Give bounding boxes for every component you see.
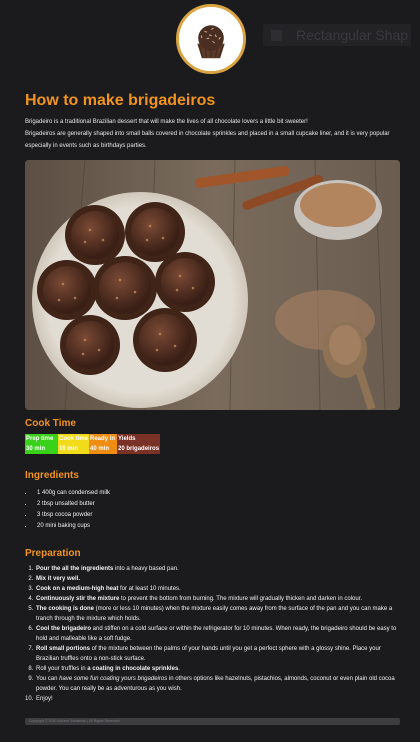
brigadeiro-logo[interactable] bbox=[176, 4, 246, 74]
yields-value: 20 brigadeiros bbox=[117, 444, 161, 454]
square-icon bbox=[271, 29, 282, 41]
preparation-step: Pour the all the ingredients into a heav… bbox=[35, 564, 400, 574]
step-text: for at least 10 minutes. bbox=[118, 586, 181, 592]
ingredients-list: 1 400g can condensed milk 2 tbsp unsalte… bbox=[25, 488, 400, 532]
preparation-steps: Pour the all the ingredients into a heav… bbox=[25, 564, 400, 704]
intro-paragraph-1: Brigadeiro is a traditional Brazilian de… bbox=[25, 119, 308, 125]
preparation-step: Mix it very well. bbox=[35, 574, 400, 584]
prep-time-value: 30 min bbox=[25, 444, 58, 454]
nav-shape-label: Rectangular Shap bbox=[296, 27, 409, 43]
footer-bar: Copyright © 2020 Adriana Yoshimoto | All… bbox=[25, 718, 400, 725]
yields-header: Yields bbox=[117, 434, 161, 444]
cook-time-header: Cook time bbox=[58, 434, 90, 444]
cook-time-value: 10 min bbox=[58, 444, 90, 454]
step-bold: Cook on a medium-high heat bbox=[36, 586, 119, 592]
step-text: Roll your truffles in bbox=[36, 666, 88, 672]
rectangular-shape-nav[interactable]: Rectangular Shap bbox=[263, 24, 411, 46]
cook-time-table: Prep time Cook time Ready in Yields 30 m… bbox=[25, 434, 161, 454]
ingredient-item: 3 tbsp cocoa powder bbox=[34, 510, 400, 521]
step-text: to prevent the bottom from burning. The … bbox=[119, 596, 363, 602]
step-text: You can bbox=[36, 676, 60, 682]
brigadeiro-logo-icon bbox=[179, 7, 243, 71]
step-bold: Cool the brigadeiro bbox=[36, 626, 92, 632]
step-bold: Roll small portions bbox=[36, 646, 91, 652]
prep-time-header: Prep time bbox=[25, 434, 58, 444]
preparation-step: You can have some fun coating yours brig… bbox=[35, 674, 400, 694]
step-text: and stiffen on a cold surface or within … bbox=[36, 626, 397, 642]
recipe-content: How to make brigadeiros Brigadeiro is a … bbox=[25, 92, 400, 704]
ingredient-item: 2 tbsp unsalted butter bbox=[34, 499, 400, 510]
preparation-step: Cool the brigadeiro and stiffen on a col… bbox=[35, 624, 400, 644]
ingredient-item: 1 400g can condensed milk bbox=[34, 488, 400, 499]
step-bold: Mix it very well. bbox=[36, 576, 81, 582]
page-title: How to make brigadeiros bbox=[25, 92, 216, 109]
preparation-step: Cook on a medium-high heat for at least … bbox=[35, 584, 400, 594]
preparation-title: Preparation bbox=[25, 548, 81, 559]
preparation-step: Roll your truffles in a coating in choco… bbox=[35, 664, 400, 674]
step-bold: Pour the all the ingredients bbox=[36, 566, 114, 572]
step-bold: Continuously stir the mixture bbox=[36, 596, 120, 602]
ingredient-item: 20 mini baking cups bbox=[34, 521, 400, 532]
ingredients-title: Ingredients bbox=[25, 470, 79, 481]
copyright-text: Copyright © 2020 Adriana Yoshimoto | All… bbox=[29, 719, 120, 723]
preparation-step: Continuously stir the mixture to prevent… bbox=[35, 594, 400, 604]
step-bold: The cooking is done bbox=[36, 606, 95, 612]
step-text: . bbox=[178, 666, 180, 672]
step-text: into a heavy based pan. bbox=[113, 566, 179, 572]
brigadeiros-photo bbox=[25, 160, 400, 410]
preparation-step: Roll small portions of the mixture betwe… bbox=[35, 644, 400, 664]
preparation-step: The cooking is done (more or less 10 min… bbox=[35, 604, 400, 624]
cook-time-title: Cook Time bbox=[25, 418, 76, 429]
preparation-step: Enjoy! bbox=[35, 694, 400, 704]
step-text: Enjoy! bbox=[36, 696, 53, 702]
ready-in-header: Ready in bbox=[89, 434, 118, 444]
intro-text: Brigadeiro is a traditional Brazilian de… bbox=[25, 116, 400, 152]
ready-in-value: 40 min bbox=[89, 444, 118, 454]
step-bold: a coating in chocolate sprinkles bbox=[87, 666, 179, 672]
step-italic: have some fun coating yours brigadeiros bbox=[59, 676, 168, 682]
intro-paragraph-2: Brigadeiros are generally shaped into sm… bbox=[25, 131, 390, 149]
